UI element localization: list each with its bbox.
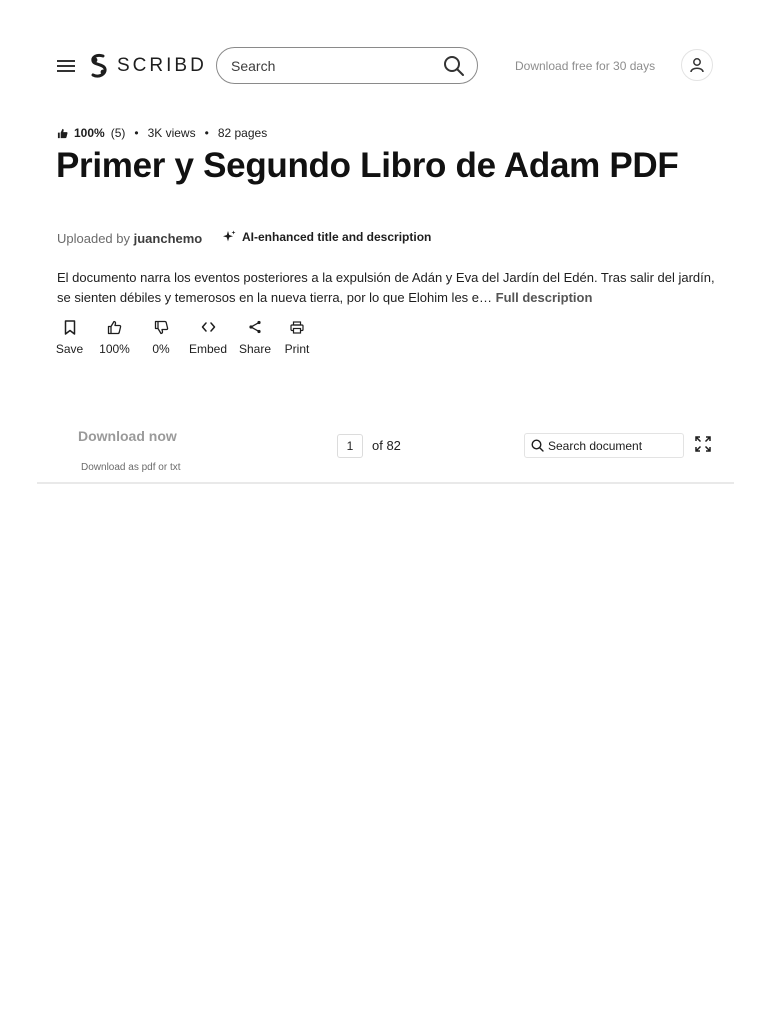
ai-enhanced-tag: AI-enhanced title and description (222, 230, 431, 244)
full-description-link[interactable]: Full description (496, 290, 593, 305)
code-icon (201, 322, 215, 332)
download-free-link[interactable]: Download free for 30 days (515, 59, 655, 73)
rating-count: (5) (110, 126, 126, 140)
document-meta: 100% (5) • 3K views • 82 pages (57, 126, 267, 140)
fullscreen-icon[interactable] (695, 436, 711, 452)
uploaded-by-label: Uploaded by (57, 231, 130, 246)
meta-separator: • (134, 126, 139, 140)
scribd-logo[interactable]: SCRIBD (89, 52, 207, 80)
share-button[interactable]: Share (238, 318, 272, 356)
download-now-button[interactable]: Download now (78, 428, 177, 444)
page-count: 82 pages (217, 126, 268, 140)
embed-button[interactable]: Embed (188, 318, 228, 356)
thumbs-up-filled-icon (57, 128, 68, 138)
search-input[interactable] (231, 57, 443, 74)
bookmark-icon (64, 319, 75, 335)
print-icon (290, 320, 304, 334)
search-bar[interactable] (216, 47, 478, 84)
search-icon (531, 439, 544, 452)
scribd-logo-icon (91, 53, 107, 78)
share-icon (249, 320, 261, 334)
view-count: 3K views (147, 126, 196, 140)
embed-label: Embed (188, 342, 228, 356)
share-label: Share (238, 342, 272, 356)
print-label: Print (284, 342, 310, 356)
save-button[interactable]: Save (55, 318, 84, 356)
thumbs-down-icon (154, 320, 168, 334)
hamburger-menu-icon[interactable] (56, 56, 76, 76)
document-search-box[interactable] (524, 433, 684, 458)
rating-percent: 100% (74, 126, 105, 140)
sparkle-icon (223, 230, 236, 242)
page-number-input[interactable] (337, 434, 363, 458)
document-toolbar: Download now Download as pdf or txt of 8… (37, 420, 734, 484)
dislike-percent: 0% (152, 342, 170, 356)
ai-enhanced-label: AI-enhanced title and description (242, 230, 432, 244)
print-button[interactable]: Print (284, 318, 310, 356)
description-text: El documento narra los eventos posterior… (57, 270, 715, 305)
brand-name: SCRIBD (117, 55, 207, 76)
user-icon (690, 58, 704, 73)
page-total: of 82 (372, 438, 401, 453)
user-account-button[interactable] (681, 49, 713, 81)
document-title: Primer y Segundo Libro de Adam PDF (56, 146, 679, 185)
thumbs-up-icon (107, 320, 122, 334)
search-icon[interactable] (443, 55, 465, 77)
dislike-button[interactable]: 0% (151, 318, 171, 356)
uploader-link[interactable]: juanchemo (134, 231, 203, 246)
document-description: El documento narra los eventos posterior… (57, 268, 717, 308)
download-format-note: Download as pdf or txt (81, 462, 181, 473)
uploaded-by: Uploaded by juanchemo (57, 231, 202, 246)
meta-separator: • (204, 126, 209, 140)
like-percent: 100% (99, 342, 130, 356)
action-bar: Save 100% 0% Embed Share Print (55, 318, 310, 356)
save-label: Save (55, 342, 84, 356)
document-search-input[interactable] (548, 438, 683, 453)
like-button[interactable]: 100% (97, 318, 132, 356)
top-header: SCRIBD Download free for 30 days (0, 0, 768, 130)
